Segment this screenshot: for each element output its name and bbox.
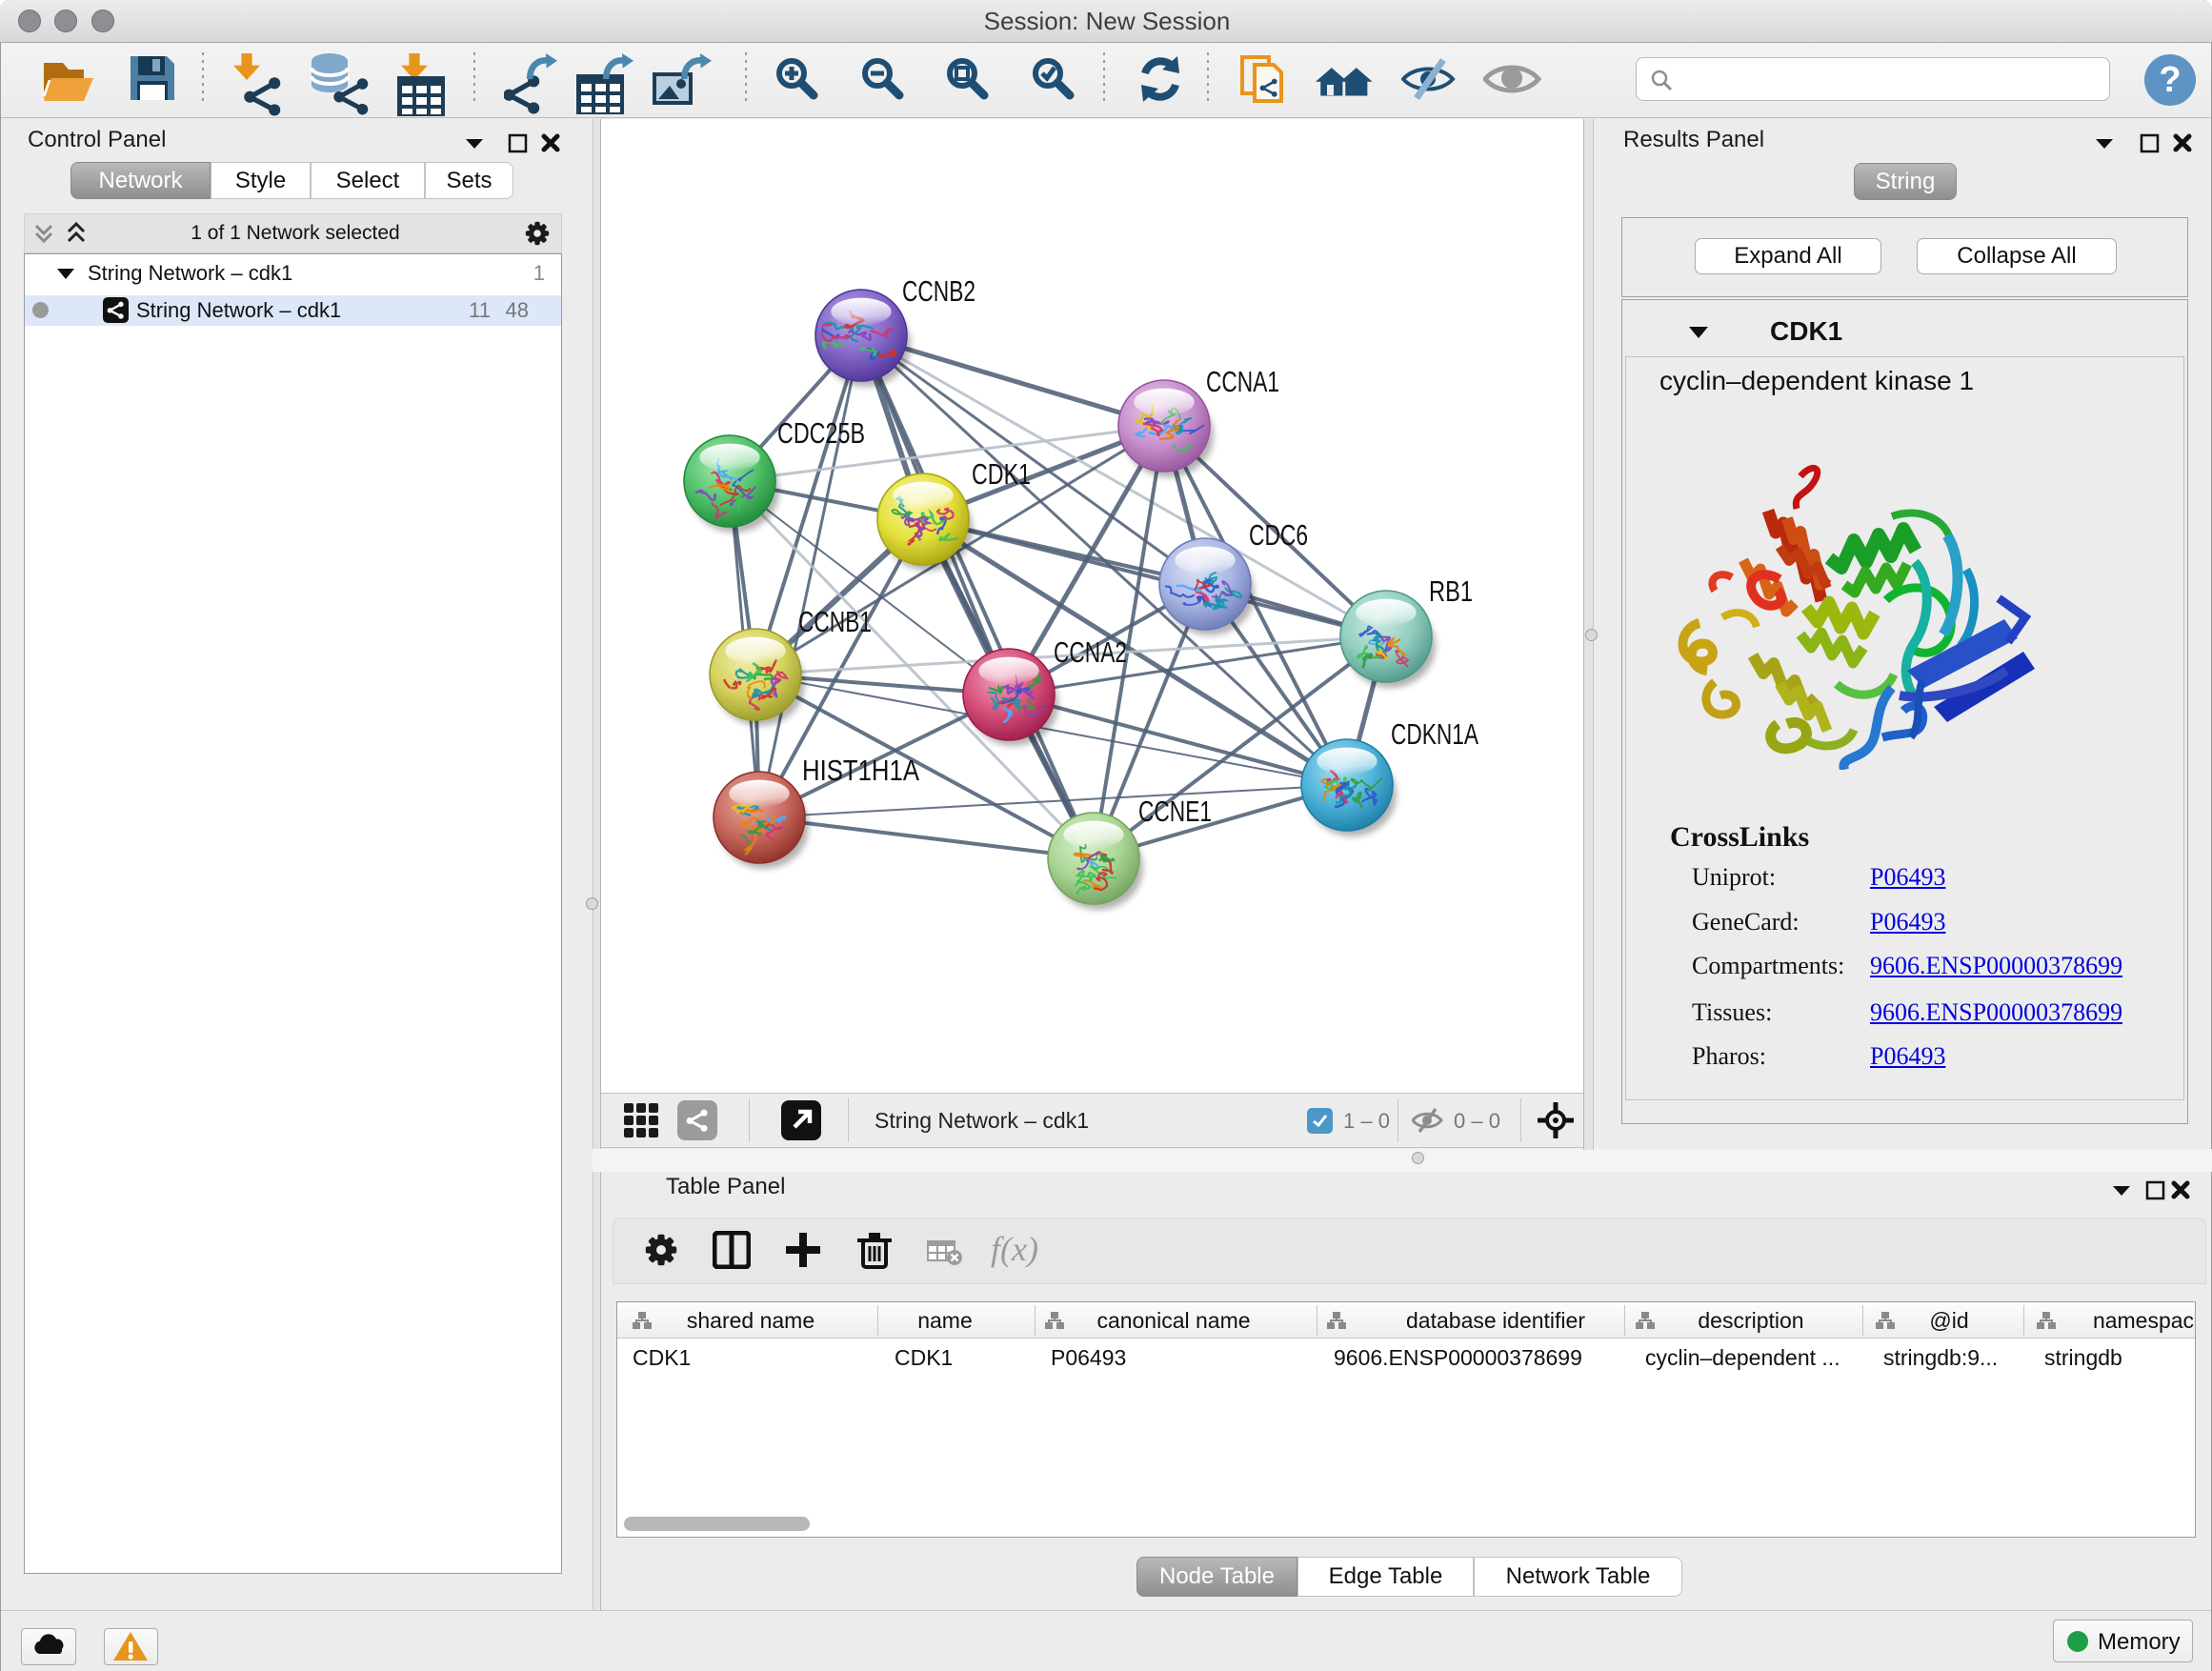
svg-text:CDKN1A: CDKN1A	[1391, 717, 1478, 751]
svg-text:CCNE1: CCNE1	[1138, 795, 1212, 828]
svg-text:CCNB2: CCNB2	[902, 274, 975, 308]
svg-text:CCNB1: CCNB1	[798, 605, 872, 638]
svg-text:CDK1: CDK1	[972, 457, 1031, 491]
svg-text:CCNA1: CCNA1	[1206, 365, 1279, 398]
svg-text:HIST1H1A: HIST1H1A	[802, 754, 919, 787]
svg-text:CCNA2: CCNA2	[1054, 635, 1127, 669]
svg-text:RB1: RB1	[1429, 574, 1473, 608]
svg-text:CDC25B: CDC25B	[777, 416, 865, 450]
svg-text:CDC6: CDC6	[1249, 518, 1308, 552]
